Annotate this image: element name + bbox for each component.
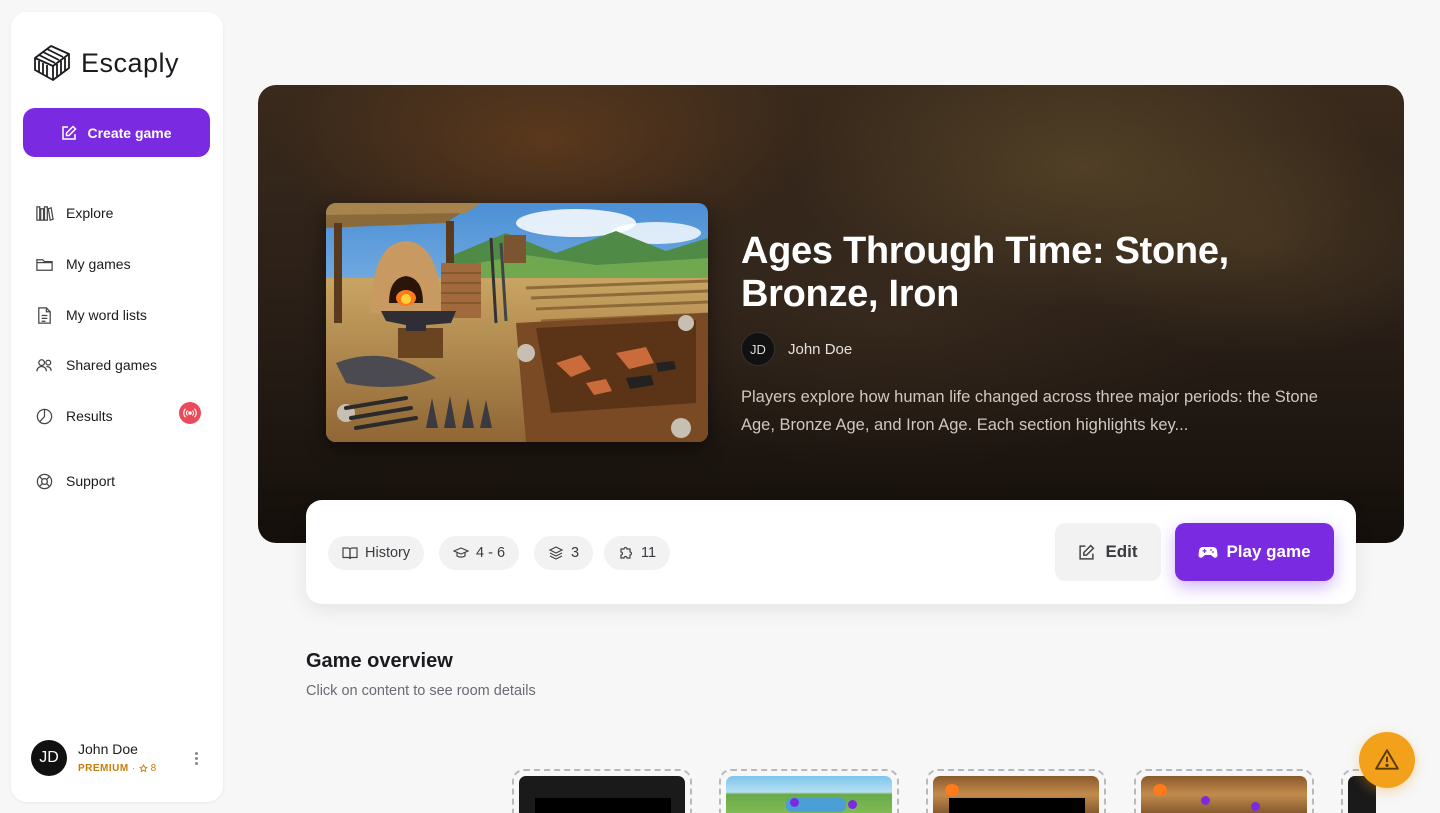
room-thumbnail (726, 776, 892, 813)
coin-icon (138, 764, 148, 773)
gamepad-icon (1198, 547, 1218, 558)
game-author[interactable]: JD John Doe (741, 332, 852, 366)
warning-icon (1375, 749, 1399, 770)
room-card[interactable] (719, 769, 899, 813)
game-info-bar: History 4 - 6 3 11 Edit Play game (306, 500, 1356, 604)
graduation-cap-icon (453, 547, 469, 558)
game-description: Players explore how human life changed a… (741, 388, 1318, 434)
grade-label: 4 - 6 (476, 545, 506, 561)
users-icon (36, 358, 52, 371)
edit-button[interactable]: Edit (1055, 523, 1161, 581)
sidebar-item-shared-games[interactable]: Shared games (35, 351, 205, 379)
subject-chip: History (328, 536, 425, 570)
plan-separator: · (131, 763, 136, 774)
app-name: Escaply (81, 47, 180, 78)
live-broadcast-icon (183, 408, 197, 418)
room-thumbnail (1141, 776, 1307, 813)
overview-subtitle: Click on content to see room details (306, 683, 536, 699)
sidebar-item-label: My games (66, 256, 131, 272)
forge-scene-illustration (326, 203, 708, 442)
results-live-badge (179, 402, 201, 424)
room-thumbnail (933, 776, 1099, 813)
avatar: JD (31, 740, 67, 776)
room-card[interactable] (512, 769, 692, 813)
edit-icon (62, 124, 78, 140)
sidebar: Escaply Create game Explore My games My … (11, 12, 223, 802)
game-hero: Ages Through Time: Stone, Bronze, Iron J… (258, 85, 1404, 543)
author-avatar: JD (741, 332, 775, 366)
rooms-count: 3 (571, 545, 580, 561)
subject-label: History (365, 545, 411, 561)
book-open-icon (342, 547, 358, 560)
sidebar-item-label: Shared games (66, 357, 158, 373)
overview-title: Game overview (306, 650, 453, 672)
user-name: John Doe (78, 741, 138, 757)
puzzle-piece-icon (620, 546, 633, 559)
game-cover-image[interactable] (326, 203, 708, 442)
sidebar-item-support[interactable]: Support (35, 467, 205, 495)
user-menu-button[interactable] (189, 748, 203, 768)
plan-label: PREMIUM (78, 763, 129, 774)
dot-icon (194, 751, 198, 755)
rooms-chip: 3 (534, 536, 594, 570)
sidebar-item-label: Explore (66, 205, 114, 221)
sidebar-item-my-games[interactable]: My games (35, 250, 205, 278)
edit-label: Edit (1105, 542, 1138, 561)
dot-icon (194, 756, 198, 760)
sidebar-item-label: My word lists (66, 307, 147, 323)
puzzles-count: 11 (641, 545, 657, 561)
books-icon (36, 205, 54, 221)
sidebar-item-my-word-lists[interactable]: My word lists (35, 301, 205, 329)
lifebuoy-icon (36, 473, 53, 489)
pie-chart-icon (36, 408, 53, 424)
author-name: John Doe (788, 340, 853, 358)
logo[interactable]: Escaply (31, 42, 179, 84)
sidebar-item-explore[interactable]: Explore (35, 199, 205, 227)
play-game-button[interactable]: Play game (1175, 523, 1334, 581)
create-game-button[interactable]: Create game (23, 108, 210, 157)
report-issue-button[interactable] (1359, 732, 1415, 788)
room-card[interactable] (926, 769, 1106, 813)
document-icon (38, 306, 51, 324)
grade-chip: 4 - 6 (439, 536, 520, 570)
layers-icon (548, 546, 564, 560)
user-profile[interactable]: JD John Doe PREMIUM · 8 (31, 740, 211, 780)
edit-icon (1079, 544, 1095, 560)
sidebar-item-label: Support (66, 473, 116, 489)
escaply-logo-icon (34, 45, 70, 81)
dot-icon (194, 761, 198, 765)
play-game-label: Play game (1226, 542, 1311, 561)
puzzles-chip: 11 (604, 536, 671, 570)
room-thumbnail (519, 776, 685, 813)
game-title: Ages Through Time: Stone, Bronze, Iron (741, 230, 1229, 315)
user-plan: PREMIUM · 8 (78, 763, 157, 774)
room-card[interactable] (1134, 769, 1314, 813)
create-game-label: Create game (87, 124, 172, 141)
sidebar-item-label: Results (66, 408, 113, 424)
coin-count: 8 (150, 763, 157, 774)
folder-icon (36, 258, 53, 271)
